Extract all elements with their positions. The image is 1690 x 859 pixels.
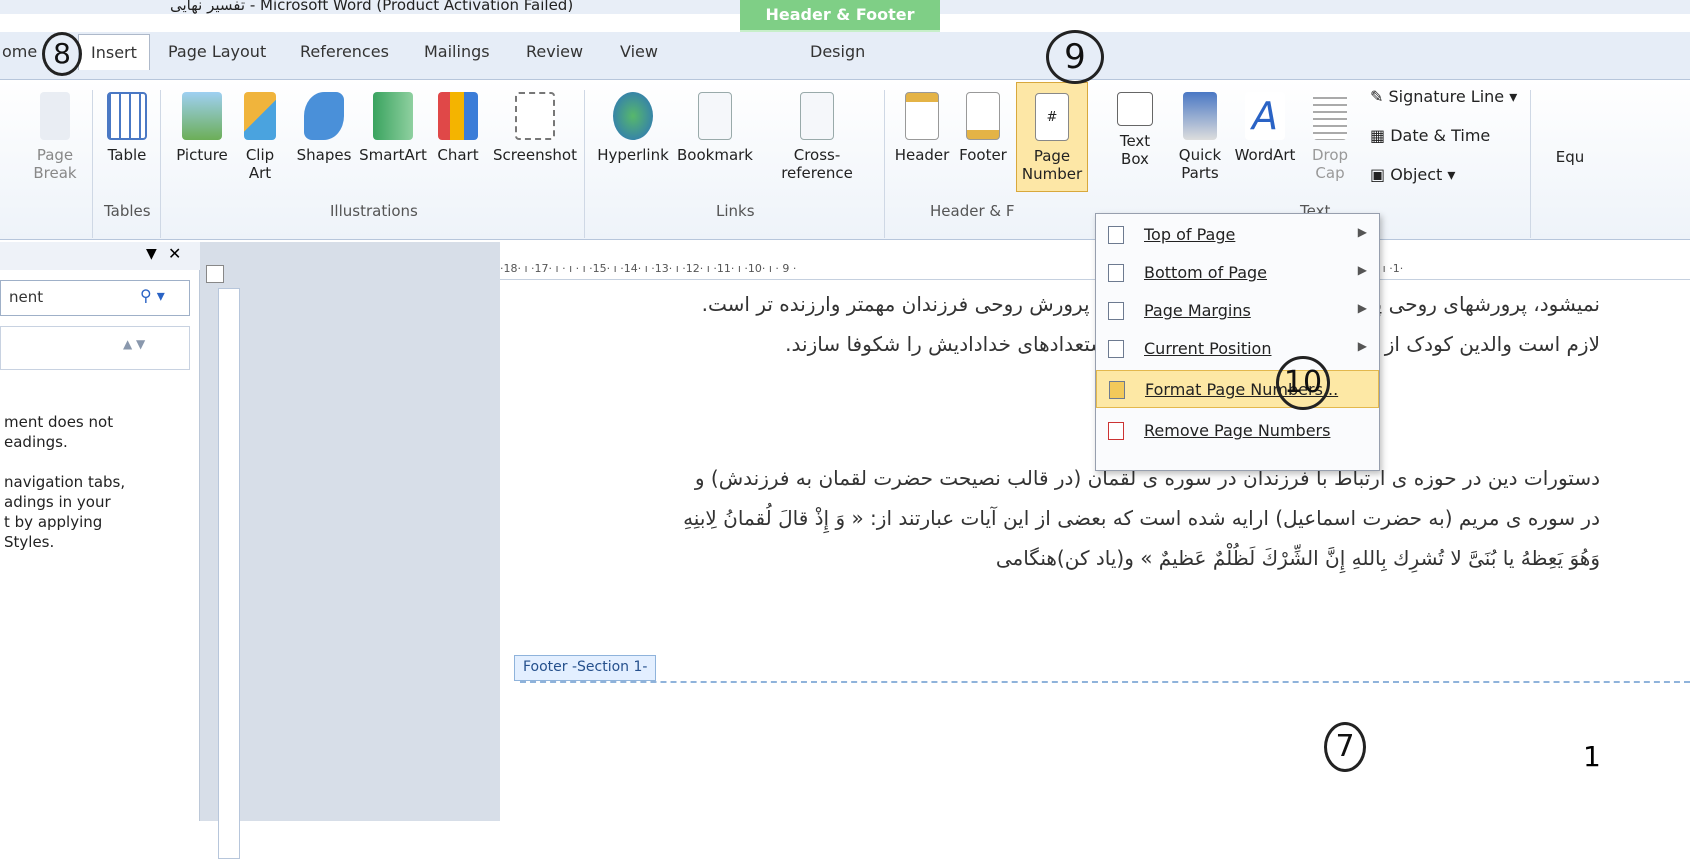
page-icon	[1108, 226, 1124, 244]
group-header-footer: Header & F	[930, 202, 1015, 220]
submenu-arrow-icon: ▶	[1357, 339, 1367, 353]
bookmark-icon	[698, 92, 732, 140]
wordart-icon: A	[1245, 92, 1285, 140]
table-button[interactable]: Table	[102, 92, 152, 164]
date-time-button[interactable]: ▦ Date & Time	[1370, 127, 1530, 145]
cross-reference-button[interactable]: Cross-reference	[758, 92, 876, 182]
cross-reference-icon	[800, 92, 834, 140]
bookmark-button[interactable]: Bookmark	[674, 92, 756, 164]
group-links: Links	[716, 202, 755, 220]
screenshot-icon	[515, 92, 555, 140]
chart-icon	[438, 92, 478, 140]
object-icon: ▣	[1370, 165, 1391, 184]
navigation-tabs[interactable]: ▲ ▼	[0, 326, 190, 370]
menu-item-remove-page-numbers[interactable]: Remove Page Numbers	[1096, 412, 1379, 450]
window-title: تفسیر نهایی - Microsoft Word (Product Ac…	[170, 0, 574, 14]
smartart-button[interactable]: SmartArt	[358, 92, 428, 164]
header-footer-tools-label: Header & Footer Tools	[740, 0, 940, 54]
page-number: 1	[1583, 740, 1601, 773]
text-box-icon	[1117, 92, 1153, 126]
object-button[interactable]: ▣ Object ▾	[1370, 166, 1530, 184]
text-box-button[interactable]: Text Box	[1110, 92, 1160, 168]
separator	[584, 90, 585, 238]
tab-selector[interactable]	[206, 265, 224, 283]
submenu-arrow-icon: ▶	[1357, 263, 1367, 277]
drop-cap-button[interactable]: Drop Cap	[1306, 92, 1354, 182]
annotation-8: 8	[42, 32, 82, 76]
menu-item-bottom-of-page[interactable]: Bottom of Page ▶	[1096, 254, 1379, 292]
screenshot-button[interactable]: Screenshot	[492, 92, 578, 164]
separator	[884, 90, 885, 238]
paragraph-2: دستورات دین در حوزه ی ارتباط با فرزندان …	[683, 466, 1600, 570]
annotation-10: 10	[1276, 356, 1330, 410]
footer-section-tag: Footer -Section 1-	[514, 655, 657, 681]
shapes-button[interactable]: Shapes	[296, 92, 352, 164]
signature-icon: ✎	[1370, 87, 1389, 106]
tab-page-layout[interactable]: Page Layout	[168, 42, 266, 61]
tab-view[interactable]: View	[620, 42, 658, 61]
picture-icon	[182, 92, 222, 140]
tab-insert[interactable]: Insert	[78, 34, 150, 70]
smartart-icon	[373, 92, 413, 140]
table-icon	[107, 92, 147, 140]
navigation-pane-message: ment does not eadings. navigation tabs, …	[4, 413, 126, 551]
clip-art-icon	[244, 92, 276, 140]
page-number-icon: #	[1035, 93, 1069, 141]
page-break-icon	[40, 92, 70, 140]
shapes-icon	[304, 92, 344, 140]
drop-cap-icon	[1313, 92, 1347, 140]
annotation-7: 7	[1324, 722, 1366, 772]
menu-item-current-position[interactable]: Current Position ▶	[1096, 330, 1379, 368]
wordart-button[interactable]: A WordArt	[1232, 92, 1298, 164]
group-tables: Tables	[104, 202, 151, 220]
page-icon	[1108, 264, 1124, 282]
page-number-menu: Top of Page ▶ Bottom of Page ▶ Page Margin…	[1095, 213, 1380, 471]
close-icon[interactable]: ✕	[168, 244, 181, 263]
separator	[92, 90, 93, 238]
submenu-arrow-icon: ▶	[1357, 301, 1367, 315]
document-gutter	[200, 242, 500, 821]
tab-home[interactable]: ome	[2, 42, 37, 61]
menu-item-top-of-page[interactable]: Top of Page ▶	[1096, 216, 1379, 254]
equation-button[interactable]: Equ	[1550, 148, 1590, 166]
vertical-ruler	[218, 288, 240, 859]
ribbon-tab-bar: ome Insert Page Layout References Mailin…	[0, 32, 1690, 80]
navigation-pane-header: ▼ ✕	[0, 242, 200, 270]
footer-boundary	[520, 681, 1690, 683]
submenu-arrow-icon: ▶	[1357, 225, 1367, 239]
format-icon	[1109, 381, 1125, 399]
page-break-button[interactable]: Page Break	[30, 92, 80, 182]
footer-button[interactable]: Footer	[954, 92, 1012, 164]
pane-menu-icon[interactable]: ▼	[146, 246, 157, 262]
footer-icon	[966, 92, 1000, 140]
tab-design[interactable]: Design	[810, 42, 865, 61]
page-icon	[1108, 302, 1124, 320]
annotation-9: 9	[1046, 30, 1104, 84]
menu-item-page-margins[interactable]: Page Margins ▶	[1096, 292, 1379, 330]
tab-mailings[interactable]: Mailings	[424, 42, 490, 61]
up-arrow-icon[interactable]: ▲ ▼	[123, 337, 145, 351]
tab-references[interactable]: References	[300, 42, 389, 61]
chart-button[interactable]: Chart	[434, 92, 482, 164]
header-icon	[905, 92, 939, 140]
separator	[1530, 90, 1531, 238]
header-button[interactable]: Header	[892, 92, 952, 164]
page-icon	[1108, 340, 1124, 358]
quick-parts-button[interactable]: Quick Parts	[1170, 92, 1230, 182]
calendar-icon: ▦	[1370, 126, 1391, 145]
hyperlink-button[interactable]: Hyperlink	[594, 92, 672, 164]
clip-art-button[interactable]: Clip Art	[240, 92, 280, 182]
page-number-button[interactable]: # Page Number	[1016, 82, 1088, 192]
quick-parts-icon	[1183, 92, 1217, 140]
globe-icon	[613, 92, 653, 140]
remove-icon	[1108, 422, 1124, 440]
signature-line-button[interactable]: ✎ Signature Line ▾	[1370, 88, 1530, 106]
tab-review[interactable]: Review	[526, 42, 583, 61]
picture-button[interactable]: Picture	[172, 92, 232, 164]
separator	[160, 90, 161, 238]
search-icon[interactable]: ⚲ ▾	[140, 286, 165, 305]
navigation-pane: ▼ ✕ nent ⚲ ▾ ▲ ▼ ment does not eadings. …	[0, 242, 200, 821]
group-illustrations: Illustrations	[330, 202, 418, 220]
menu-item-format-page-numbers[interactable]: Format Page Numbers...	[1096, 370, 1379, 408]
